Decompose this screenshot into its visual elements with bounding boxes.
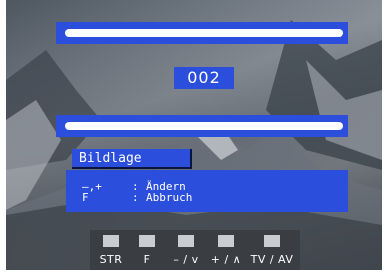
help-row-cancel: F: Abbruch	[82, 192, 192, 203]
tv-screen: 002 Bildlage –,+: Ändern F: Abbruch STR F …	[6, 0, 382, 270]
help-action: Abbruch	[146, 191, 193, 204]
softkey-tvav[interactable]: TV / AV	[248, 230, 296, 266]
menu-title: Bildlage	[72, 149, 192, 169]
softkey-str-button[interactable]	[103, 235, 119, 247]
softkey-f-button[interactable]	[139, 235, 155, 247]
softkey-plus-button[interactable]	[218, 235, 234, 247]
softkey-f[interactable]: F	[136, 230, 158, 266]
softkey-f-label: F	[143, 253, 151, 266]
softkey-minus-button[interactable]	[178, 235, 194, 247]
softkey-str-label: STR	[99, 253, 123, 266]
softkey-str[interactable]: STR	[96, 230, 126, 266]
help-separator: :	[132, 191, 139, 204]
help-key: –,+	[82, 180, 102, 193]
softkey-minus-label: – / v	[173, 253, 199, 266]
softkey-tvav-label: TV / AV	[250, 253, 294, 266]
help-panel: –,+: Ändern F: Abbruch	[66, 170, 348, 212]
softkey-bar: STR F – / v + / ∧ TV / AV	[90, 230, 300, 270]
softkey-tvav-button[interactable]	[264, 235, 280, 247]
softkey-plus-label: + / ∧	[210, 253, 242, 266]
help-key: F	[82, 191, 89, 204]
top-bar-track	[65, 29, 343, 37]
softkey-minus[interactable]: – / v	[166, 230, 206, 266]
channel-number: 002	[174, 67, 234, 89]
adjustment-bar-track	[65, 122, 343, 130]
top-bar-panel	[56, 22, 348, 44]
softkey-plus[interactable]: + / ∧	[206, 230, 246, 266]
adjustment-bar-panel	[56, 115, 348, 137]
